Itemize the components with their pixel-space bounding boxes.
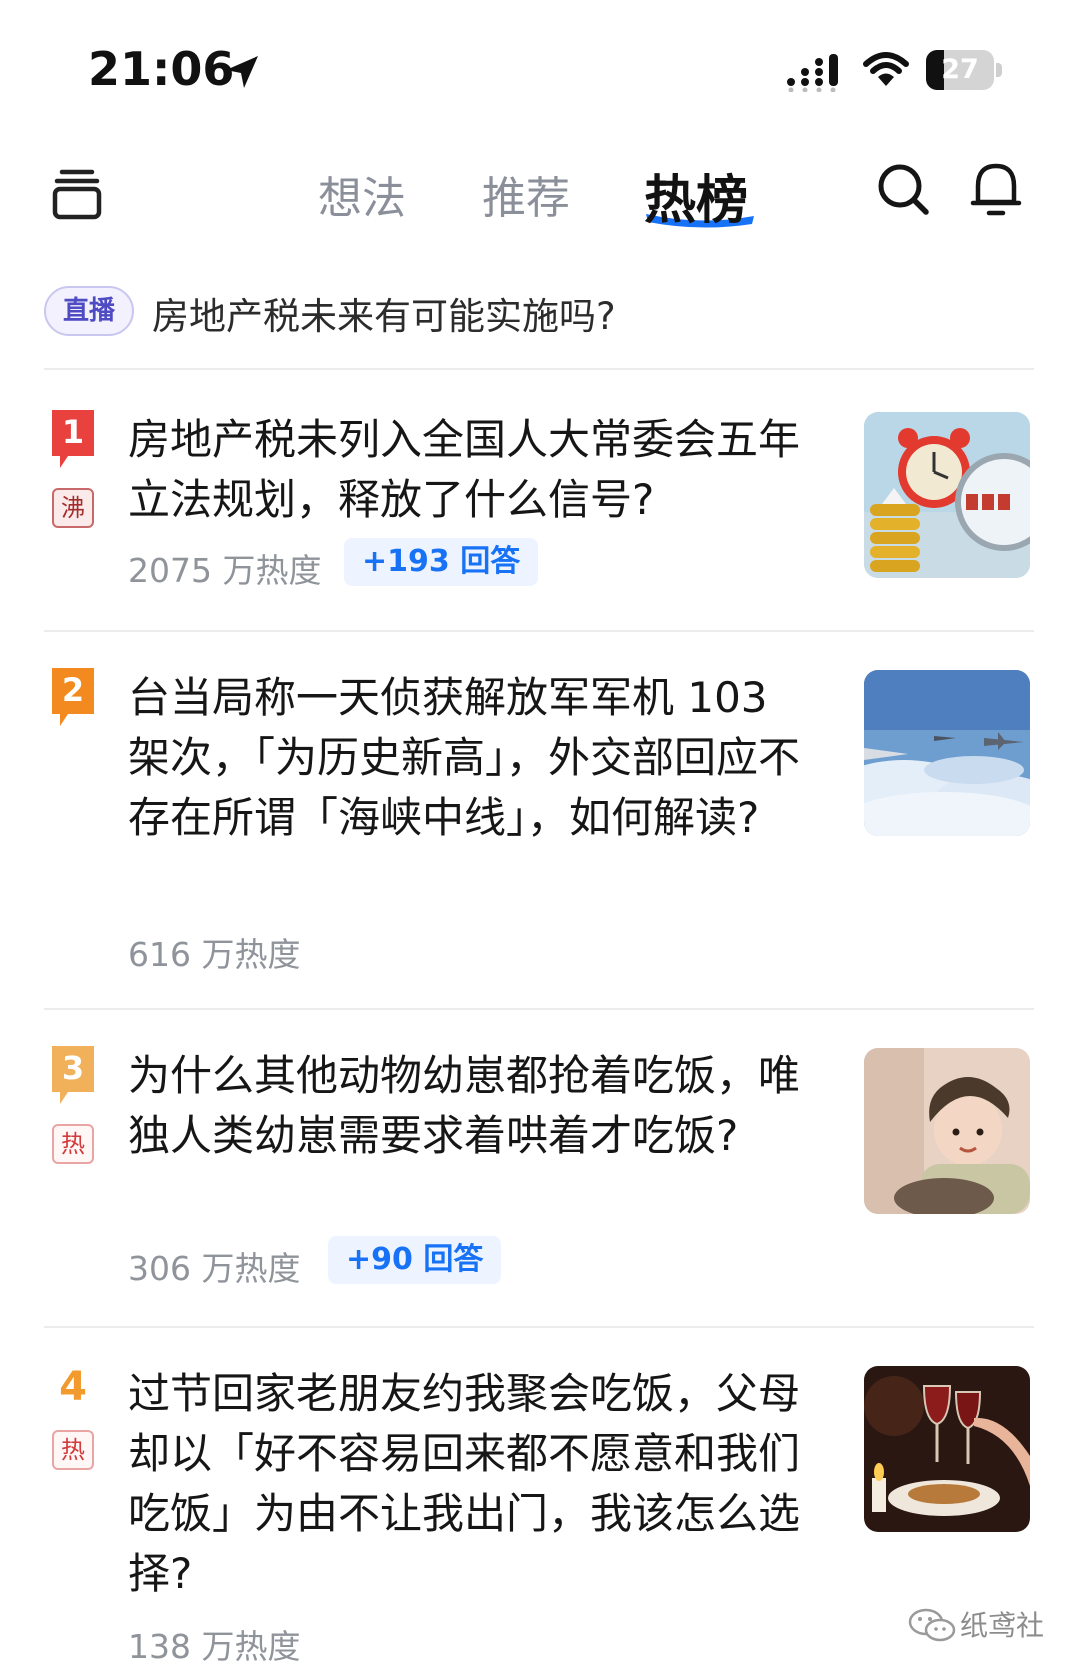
rank-flag: 1: [52, 410, 94, 472]
heat-count: 616 万热度: [128, 935, 301, 974]
child-portrait-image: [864, 1048, 1030, 1214]
heat-count: 306 万热度: [128, 1249, 301, 1288]
watermark-text: 纸鸢社: [960, 1609, 1045, 1642]
live-banner[interactable]: 直播 房地产税未来有可能实施吗?: [44, 282, 1034, 342]
battery-body: 27: [926, 50, 994, 90]
thumbnail-image[interactable]: [864, 1366, 1030, 1532]
battery-indicator: 27: [926, 50, 1002, 90]
battery-cap: [996, 63, 1002, 77]
hot-list-item[interactable]: 2 台当局称一天侦获解放军军机 103 架次，「为历史新高」，外交部回应不存在所…: [0, 668, 1080, 988]
cellular-signal-icon: [787, 54, 838, 92]
live-badge: 直播: [44, 286, 134, 336]
live-banner-text: 房地产税未来有可能实施吗?: [152, 295, 616, 338]
dinner-wine-image: [864, 1366, 1030, 1532]
item-title[interactable]: 过节回家老朋友约我聚会吃饭，父母却以「好不容易回来都不愿意和我们吃饭」为由不让我…: [128, 1364, 808, 1604]
status-time: 21:06: [88, 42, 235, 96]
rank-number: 3: [61, 1049, 85, 1087]
rank-number: 4: [59, 1364, 87, 1410]
jets-over-clouds-image: [864, 670, 1030, 836]
bell-icon[interactable]: [970, 160, 1022, 218]
clock-coins-image: [864, 412, 1030, 578]
answers-badge[interactable]: +90 回答: [328, 1236, 502, 1284]
wifi-icon: [863, 52, 909, 86]
boiling-tag: 沸: [52, 488, 94, 528]
thumbnail-image[interactable]: [864, 412, 1030, 578]
thumbnail-image[interactable]: [864, 670, 1030, 836]
heat-count: 2075 万热度: [128, 551, 322, 590]
hot-list-screen: 21:06 27 想法 推荐 热榜 直播 房地产税未来有可能实施吗? 1 沸 房…: [0, 0, 1080, 1666]
status-bar: 21:06 27: [0, 0, 1080, 130]
battery-level: 27: [941, 54, 979, 85]
location-arrow-icon: [226, 56, 258, 88]
answers-badge[interactable]: +193 回答: [344, 538, 539, 586]
item-title[interactable]: 为什么其他动物幼崽都抢着吃饭，唯独人类幼崽需要求着哄着才吃饭?: [128, 1046, 808, 1166]
rank-flag: 2: [52, 668, 94, 730]
thumbnail-image[interactable]: [864, 1048, 1030, 1214]
hot-list-item[interactable]: 1 沸 房地产税未列入全国人大常委会五年立法规划，释放了什么信号? 2075 万…: [0, 410, 1080, 610]
item-title[interactable]: 台当局称一天侦获解放军军机 103 架次，「为历史新高」，外交部回应不存在所谓「…: [128, 668, 808, 848]
tab-recommend[interactable]: 推荐: [482, 162, 570, 226]
divider: [44, 630, 1034, 632]
search-icon[interactable]: [876, 162, 930, 216]
tab-hot-list[interactable]: 热榜: [644, 158, 748, 233]
divider: [44, 368, 1034, 370]
divider: [44, 1008, 1034, 1010]
wechat-icon: [908, 1608, 956, 1642]
item-title[interactable]: 房地产税未列入全国人大常委会五年立法规划，释放了什么信号?: [128, 410, 808, 530]
rank-number: 2: [61, 671, 85, 709]
top-navigation: 想法 推荐 热榜: [0, 140, 1080, 250]
tab-ideas[interactable]: 想法: [318, 162, 406, 226]
heat-count: 138 万热度: [128, 1627, 301, 1666]
rank-flag: 3: [52, 1046, 94, 1108]
watermark: 纸鸢社: [908, 1602, 1048, 1646]
hot-tag: 热: [52, 1430, 94, 1470]
divider: [44, 1326, 1034, 1328]
rank-number: 1: [61, 413, 85, 451]
hot-list-item[interactable]: 3 热 为什么其他动物幼崽都抢着吃饭，唯独人类幼崽需要求着哄着才吃饭? 306 …: [0, 1046, 1080, 1288]
stacked-cards-icon[interactable]: [52, 168, 102, 220]
hot-tag: 热: [52, 1124, 94, 1164]
